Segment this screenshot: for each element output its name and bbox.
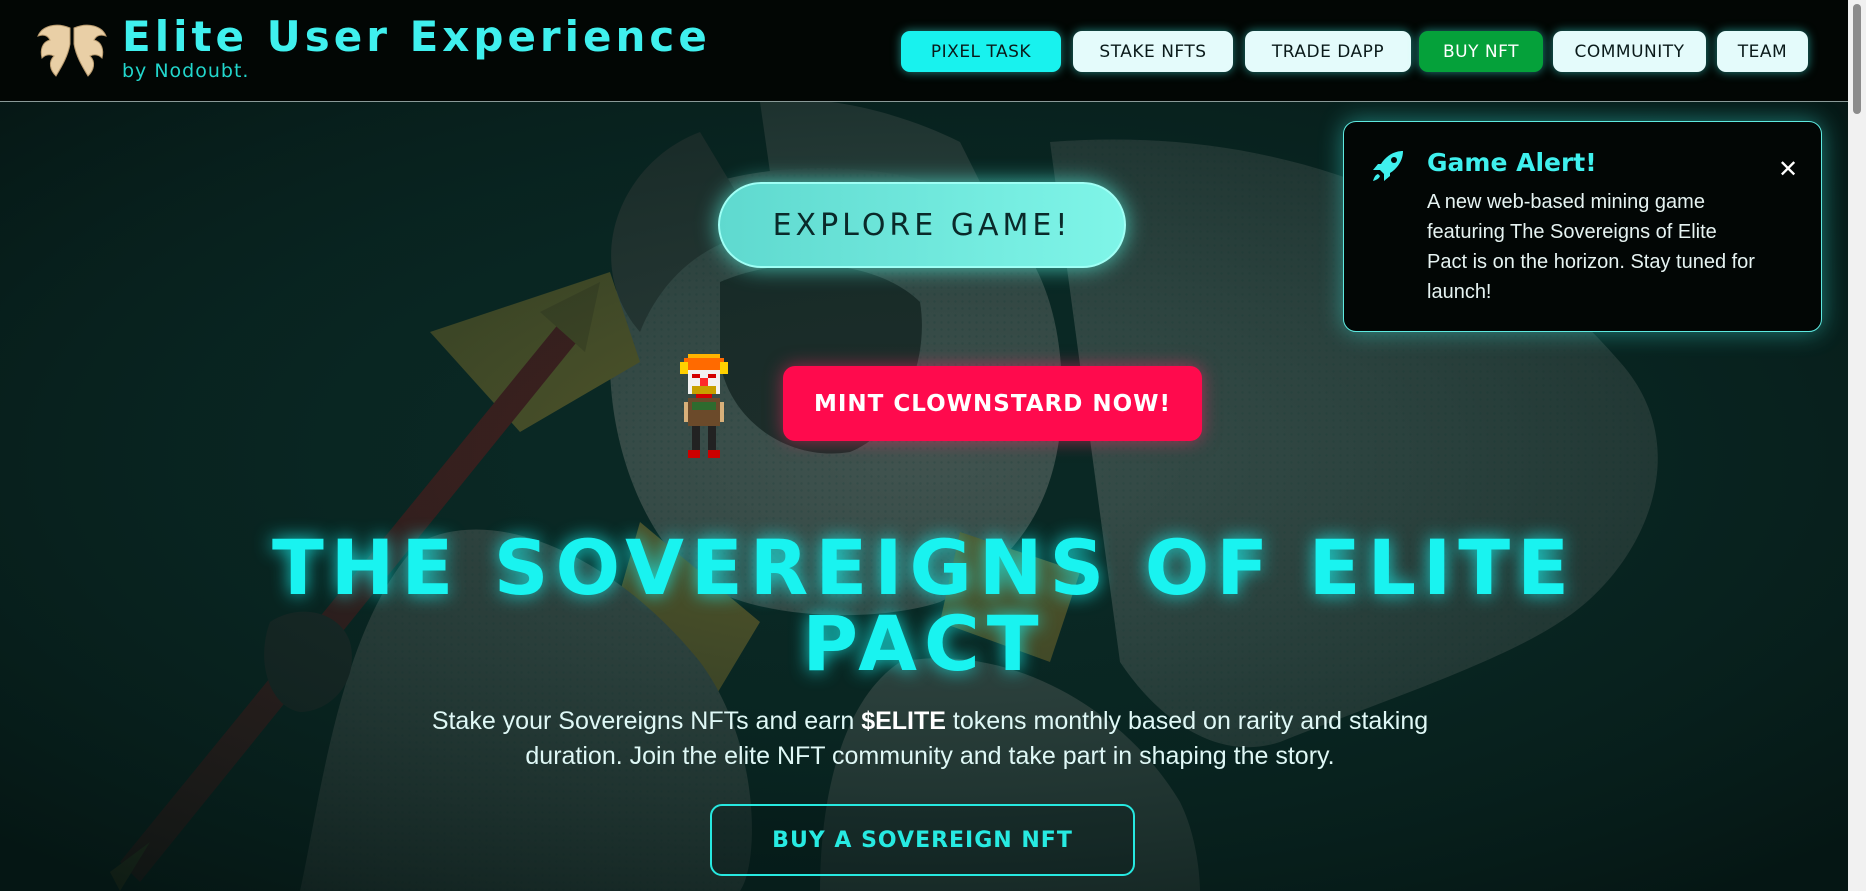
nav-stake-nfts[interactable]: STAKE NFTS [1073, 31, 1233, 72]
clown-pixel-sprite[interactable] [676, 354, 732, 458]
mint-clownstard-button[interactable]: MINT CLOWNSTARD NOW! [783, 366, 1202, 441]
nav-trade-dapp[interactable]: TRADE DAPP [1245, 31, 1411, 72]
elite-token-highlight: $ELITE [861, 707, 946, 735]
page: Elite User Experience by Nodoubt. PIXEL … [0, 0, 1866, 891]
nav-team[interactable]: TEAM [1717, 31, 1808, 72]
hero-description-start: Stake your Sovereigns NFTs and earn [431, 707, 862, 735]
alert-message: A new web-based mining game featuring Th… [1427, 191, 1755, 303]
explore-game-button[interactable]: EXPLORE GAME! [718, 182, 1126, 268]
buy-sovereign-nft-button[interactable]: BUY A SOVEREIGN NFT [710, 804, 1135, 876]
nav-pixel-task[interactable]: PIXEL TASK [901, 31, 1061, 72]
rocket-icon [1373, 151, 1403, 181]
brand-subtitle: by Nodoubt. [122, 60, 250, 82]
hero-title-line-1: THE SOVEREIGNS OF ELITE [271, 523, 1577, 612]
top-navbar: Elite User Experience by Nodoubt. PIXEL … [0, 0, 1848, 102]
hero-title: THE SOVEREIGNS OF ELITE PACT [230, 530, 1618, 682]
brand-title[interactable]: Elite User Experience [122, 12, 711, 61]
nav-community[interactable]: COMMUNITY [1553, 31, 1706, 72]
close-icon[interactable]: ✕ [1774, 155, 1802, 183]
nav-buy-nft[interactable]: BUY NFT [1419, 31, 1543, 72]
hero-title-line-2: PACT [802, 599, 1046, 688]
hero-description: Stake your Sovereigns NFTs and earn $ELI… [430, 704, 1430, 774]
game-alert-card: Game Alert! A new web-based mining game … [1343, 121, 1822, 332]
page-scrollbar[interactable] [1848, 0, 1866, 891]
angel-wings-logo[interactable] [36, 20, 108, 78]
alert-title: Game Alert! [1427, 148, 1597, 177]
scrollbar-thumb[interactable] [1853, 4, 1861, 114]
